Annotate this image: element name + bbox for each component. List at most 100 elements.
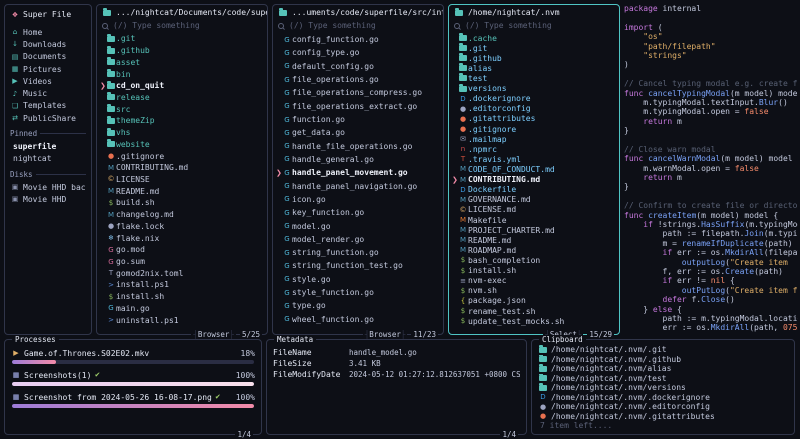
file-row[interactable]: ●.gitattributes <box>452 114 616 124</box>
folder-icon <box>279 10 287 16</box>
file-row[interactable]: website <box>100 138 264 150</box>
file-row[interactable]: Ggo.mod <box>100 244 264 256</box>
file-row[interactable]: ❯Ghandle_panel_movement.go <box>276 166 440 179</box>
file-row[interactable]: ©LICENSE.md <box>452 205 616 215</box>
file-row[interactable]: n.npmrc <box>452 144 616 154</box>
search-bar[interactable]: (/) Type something <box>449 18 619 31</box>
disk-item[interactable]: ▣Movie HHD <box>10 193 86 205</box>
file-row[interactable]: Gfunction.go <box>276 113 440 126</box>
file-row[interactable]: Gget_data.go <box>276 126 440 139</box>
downloads-icon: ↓ <box>10 40 20 48</box>
clipboard-panel: Clipboard /home/nightcat/.nvm/.git/home/… <box>531 339 795 435</box>
file-row[interactable]: .cache <box>452 33 616 43</box>
file-row[interactable]: DDockerfile <box>452 185 616 195</box>
file-row[interactable]: MROADMAP.md <box>452 245 616 255</box>
sidebar-item-videos[interactable]: ▶Videos <box>10 75 86 87</box>
file-row[interactable]: vhs <box>100 127 264 139</box>
file-row[interactable]: test <box>452 73 616 83</box>
file-row[interactable]: ❯MCONTRIBUTING.md <box>452 175 616 185</box>
file-row[interactable]: MREADME.md <box>452 235 616 245</box>
sidebar-item-templates[interactable]: ❏Templates <box>10 100 86 112</box>
file-row[interactable]: .github <box>452 53 616 63</box>
file-row[interactable]: Gmodel.go <box>276 219 440 232</box>
file-row[interactable]: alias <box>452 63 616 73</box>
file-row[interactable]: MCONTRIBUTING.md <box>100 162 264 174</box>
pinned-item-nightcat[interactable]: nightcat <box>10 153 86 165</box>
sidebar-item-home[interactable]: ⌂Home <box>10 26 86 38</box>
file-row[interactable]: MGOVERNANCE.md <box>452 195 616 205</box>
panel-path: .../nightcat/Documents/code/superfile <box>116 8 267 17</box>
file-row[interactable]: ●.gitignore <box>452 124 616 134</box>
file-row[interactable]: Gmain.go <box>100 303 264 315</box>
file-row[interactable]: Gstyle.go <box>276 273 440 286</box>
file-row[interactable]: Gkey_function.go <box>276 206 440 219</box>
file-row[interactable]: $update_test_mocks.sh <box>452 316 616 326</box>
file-row[interactable]: {package.json <box>452 296 616 306</box>
file-row[interactable]: MREADME.md <box>100 185 264 197</box>
file-row[interactable]: Gfile_operations_compress.go <box>276 86 440 99</box>
file-row[interactable]: Gicon.go <box>276 193 440 206</box>
file-row[interactable]: ●.gitignore <box>100 150 264 162</box>
file-row[interactable]: $build.sh <box>100 197 264 209</box>
file-panel-2[interactable]: ...uments/code/superfile/src/internal (/… <box>272 4 444 335</box>
file-row[interactable]: MMakefile <box>452 215 616 225</box>
file-row[interactable]: Ghandle_general.go <box>276 153 440 166</box>
search-bar[interactable]: (/) Type something <box>97 18 267 31</box>
file-row[interactable]: $nvm.sh <box>452 286 616 296</box>
file-row[interactable]: ●.editorconfig <box>452 104 616 114</box>
file-row[interactable]: bin <box>100 68 264 80</box>
file-row[interactable]: asset <box>100 56 264 68</box>
file-row[interactable]: Gconfig_type.go <box>276 46 440 59</box>
file-row[interactable]: MPROJECT_CHARTER.md <box>452 225 616 235</box>
file-row[interactable]: T.travis.yml <box>452 154 616 164</box>
file-row[interactable]: Ghandle_panel_navigation.go <box>276 179 440 192</box>
sidebar-item-downloads[interactable]: ↓Downloads <box>10 38 86 50</box>
disk-item[interactable]: ▣Movie HHD backu... <box>10 181 86 193</box>
file-row[interactable]: src <box>100 103 264 115</box>
file-row[interactable]: Gdefault_config.go <box>276 60 440 73</box>
file-name: update_test_mocks.sh <box>468 317 564 326</box>
file-row[interactable]: .git <box>452 43 616 53</box>
file-row[interactable]: >install.ps1 <box>100 279 264 291</box>
file-row[interactable]: ●flake.lock <box>100 221 264 233</box>
file-row[interactable]: release <box>100 92 264 104</box>
file-row[interactable]: >uninstall.ps1 <box>100 314 264 326</box>
file-row[interactable]: Gwheel_function.go <box>276 313 440 326</box>
file-row[interactable]: ©LICENSE <box>100 174 264 186</box>
file-row[interactable]: Gstring_function.go <box>276 246 440 259</box>
file-row[interactable]: Gfile_operations_extract.go <box>276 100 440 113</box>
file-row[interactable]: MCODE_OF_CONDUCT.md <box>452 164 616 174</box>
file-row[interactable]: ≡nvm-exec <box>452 276 616 286</box>
file-row[interactable]: Gstyle_function.go <box>276 286 440 299</box>
file-row[interactable]: Mchangelog.md <box>100 209 264 221</box>
file-row[interactable]: .github <box>100 45 264 57</box>
sidebar-item-documents[interactable]: ▤Documents <box>10 51 86 63</box>
pinned-item-superfile[interactable]: superfile <box>10 140 86 152</box>
file-row[interactable]: Gconfig_function.go <box>276 33 440 46</box>
file-row[interactable]: D.dockerignore <box>452 94 616 104</box>
sidebar-item-publicshare[interactable]: ⇄PublicShare <box>10 112 86 124</box>
file-row[interactable]: versions <box>452 84 616 94</box>
file-row[interactable]: Ggo.sum <box>100 256 264 268</box>
file-row[interactable]: Gtype.go <box>276 299 440 312</box>
file-panel-3[interactable]: /home/nightcat/.nvm (/) Type something .… <box>448 4 620 335</box>
file-row[interactable]: themeZip <box>100 115 264 127</box>
file-row[interactable]: Gfile_operations.go <box>276 73 440 86</box>
search-bar[interactable]: (/) Type something <box>273 18 443 31</box>
sidebar-item-music[interactable]: ♪Music <box>10 87 86 99</box>
file-row[interactable]: Gmodel_render.go <box>276 233 440 246</box>
file-row[interactable]: ❯cd_on_quit <box>100 80 264 92</box>
file-row[interactable]: ❄flake.nix <box>100 232 264 244</box>
sidebar-item-pictures[interactable]: ▦Pictures <box>10 63 86 75</box>
file-row[interactable]: Tgomod2nix.toml <box>100 267 264 279</box>
file-row[interactable]: Gstring_function_test.go <box>276 259 440 272</box>
file-row[interactable]: $install.sh <box>100 291 264 303</box>
file-row[interactable]: $rename_test.sh <box>452 306 616 316</box>
file-row[interactable]: $bash_completion <box>452 255 616 265</box>
clipboard-item: /home/nightcat/.nvm/alias <box>538 364 788 374</box>
file-row[interactable]: $install.sh <box>452 266 616 276</box>
file-panel-1[interactable]: .../nightcat/Documents/code/superfile (/… <box>96 4 268 335</box>
file-row[interactable]: Ghandle_file_operations.go <box>276 140 440 153</box>
file-row[interactable]: .git <box>100 33 264 45</box>
file-row[interactable]: ✉.mailmap <box>452 134 616 144</box>
